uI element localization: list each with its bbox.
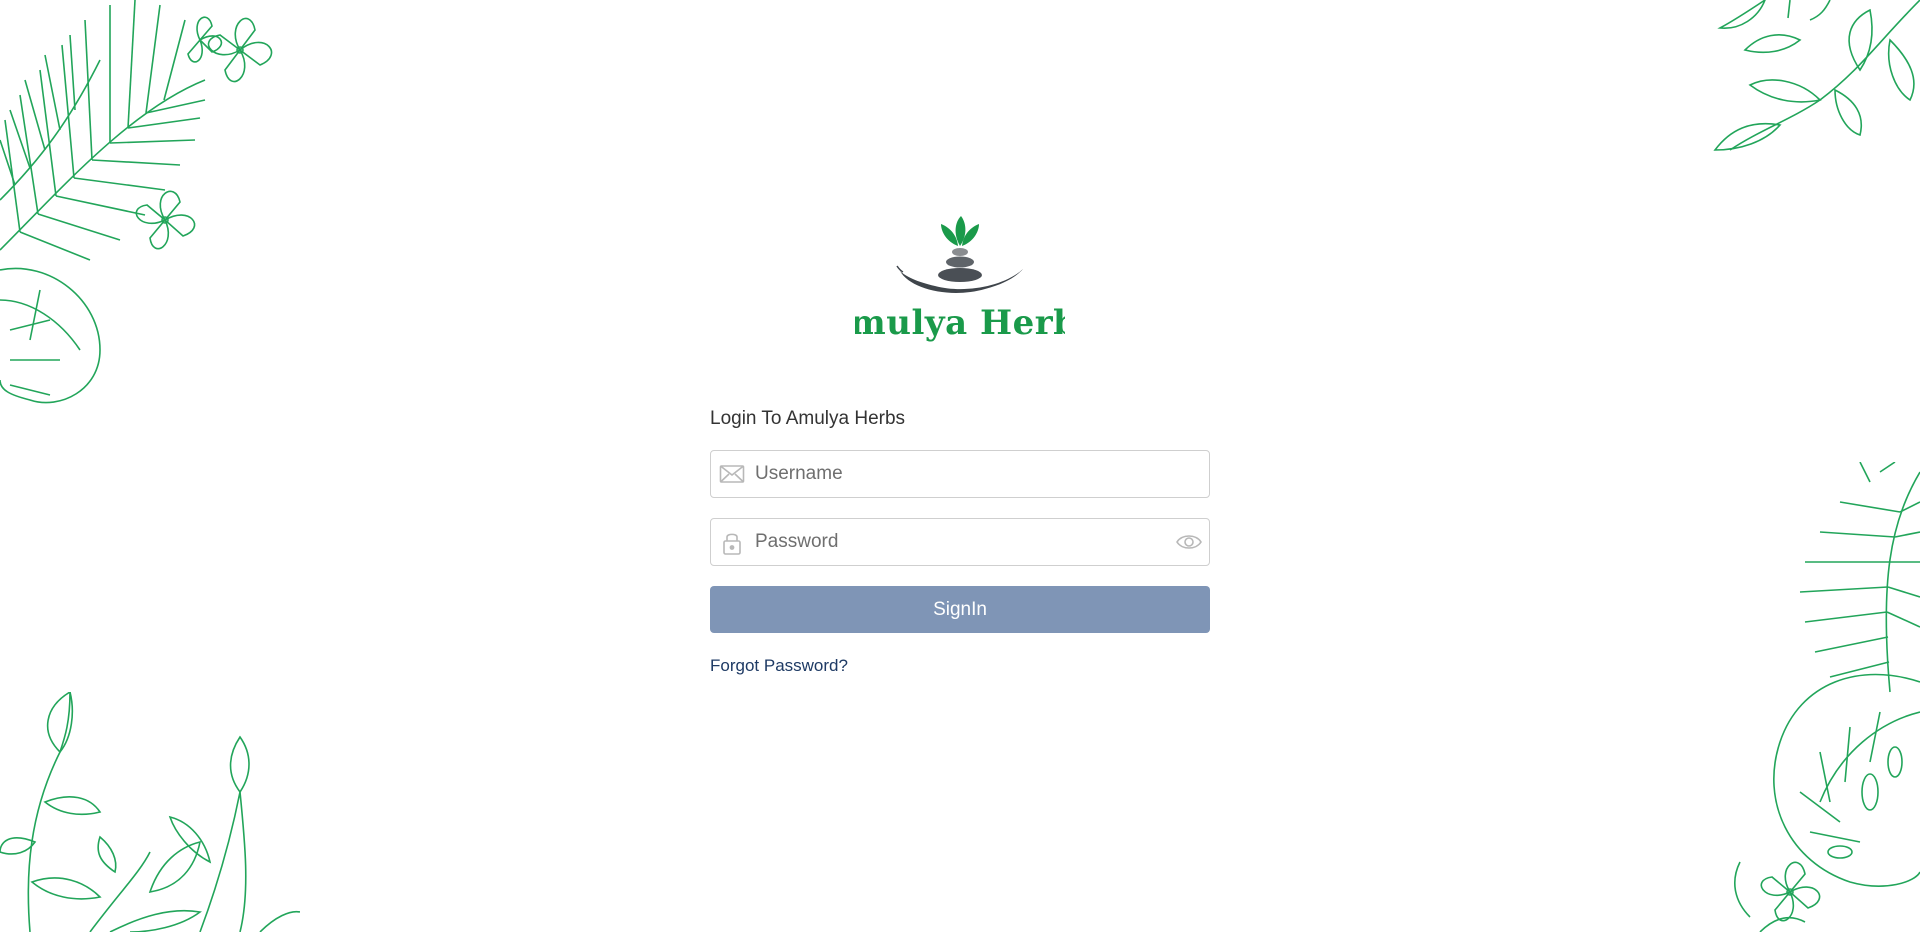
- foliage-decoration-bottom-right: [1720, 462, 1920, 932]
- login-title: Login To Amulya Herbs: [710, 408, 906, 429]
- password-input[interactable]: [755, 519, 1155, 565]
- forgot-password-link[interactable]: Forgot Password?: [710, 656, 848, 676]
- eye-icon[interactable]: [1175, 530, 1203, 554]
- username-input[interactable]: [755, 451, 1155, 497]
- login-page: Amulya Herbs Login To Amulya Herbs: [0, 0, 1920, 932]
- login-form: Login To Amulya Herbs Username SignIn Fo…: [710, 406, 1210, 676]
- foliage-decoration-bottom-left: [0, 692, 300, 932]
- foliage-decoration-top-right: [1620, 0, 1920, 160]
- amulya-herbs-logo: Amulya Herbs: [855, 214, 1065, 344]
- svg-text:Amulya Herbs: Amulya Herbs: [855, 303, 1065, 343]
- envelope-icon: [719, 463, 745, 485]
- lock-icon: [719, 531, 745, 555]
- username-field[interactable]: [710, 450, 1210, 498]
- foliage-decoration-top-left: [0, 0, 300, 410]
- password-field[interactable]: [710, 518, 1210, 566]
- signin-button[interactable]: SignIn: [710, 586, 1210, 633]
